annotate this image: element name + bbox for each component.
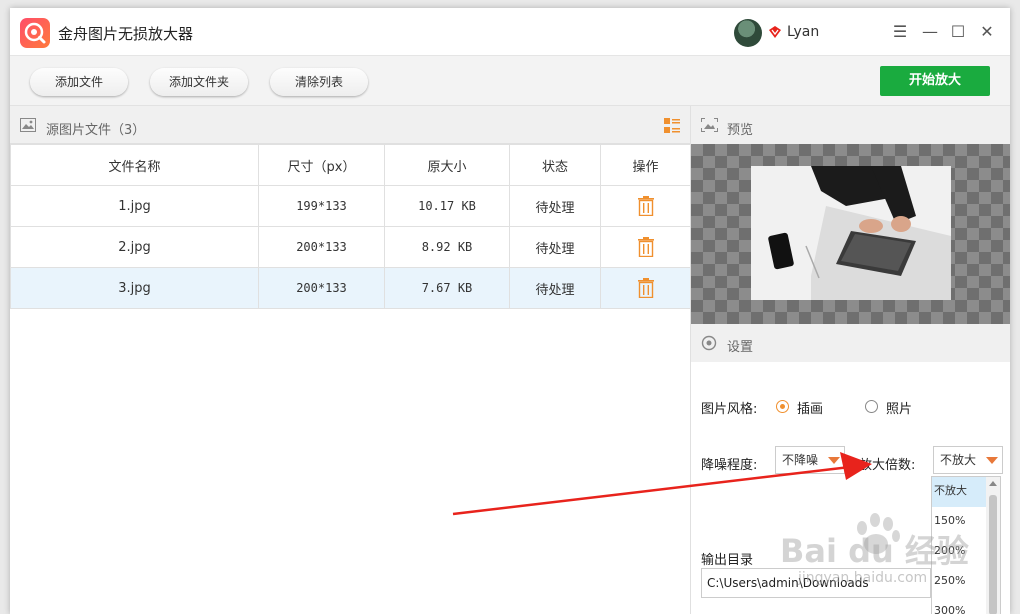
file-status: 待处理: [509, 185, 601, 227]
toolbar: 添加文件 添加文件夹 清除列表 开始放大: [10, 56, 1010, 106]
maximize-icon[interactable]: ☐: [948, 22, 968, 42]
preview-title: 预览: [727, 123, 754, 138]
scale-option[interactable]: 150%: [932, 507, 986, 537]
file-dimensions: 200*133: [258, 267, 385, 309]
style-radio-illustration[interactable]: [776, 400, 789, 413]
right-panel: 预览 设置 图片风格: 插画 照片 降噪程度: 不降噪 放大倍数: 不放大 不放…: [690, 106, 1010, 614]
noise-select-value: 不降噪: [782, 453, 819, 467]
app-logo-icon: [20, 18, 50, 48]
file-status: 待处理: [509, 226, 601, 268]
output-label: 输出目录: [701, 553, 754, 568]
scale-select[interactable]: 不放大: [933, 446, 1003, 474]
column-header-status: 状态: [509, 144, 601, 186]
dropdown-scrollbar[interactable]: [986, 477, 1000, 614]
settings-header: 设置: [691, 324, 1010, 362]
table-row[interactable]: 1.jpg 199*133 10.17 KB 待处理: [10, 185, 691, 227]
preview-canvas: [691, 144, 1010, 324]
source-file-table: 文件名称 尺寸（px） 原大小 状态 操作 1.jpg 199*133 10.1…: [10, 144, 691, 309]
preview-header: 预览: [691, 106, 1010, 144]
scale-option[interactable]: 300%: [932, 597, 986, 614]
list-view-icon[interactable]: [664, 118, 680, 133]
source-panel: 源图片文件（3） 文件名称 尺寸（px） 原大小 状态 操作 1.jpg 199…: [10, 106, 691, 614]
style-option-illustration[interactable]: 插画: [797, 398, 823, 417]
chevron-down-icon: [828, 457, 840, 464]
file-dimensions: 200*133: [258, 226, 385, 268]
scroll-thumb[interactable]: [989, 495, 997, 614]
image-icon: [20, 118, 36, 132]
preview-icon: [701, 118, 718, 132]
scale-option[interactable]: 200%: [932, 537, 986, 567]
noise-label: 降噪程度:: [701, 458, 758, 473]
scale-label: 放大倍数:: [859, 458, 916, 473]
noise-select[interactable]: 不降噪: [775, 446, 845, 474]
scale-option[interactable]: 不放大: [932, 477, 986, 507]
settings-title: 设置: [727, 340, 754, 355]
file-name: 3.jpg: [10, 267, 259, 309]
title-bar: 金舟图片无损放大器 Lyan ☰ — ☐ ✕: [10, 8, 1010, 56]
scroll-up-icon[interactable]: [989, 481, 997, 486]
clear-list-button[interactable]: 清除列表: [270, 68, 368, 96]
table-header-row: 文件名称 尺寸（px） 原大小 状态 操作: [10, 144, 691, 186]
action-cell: [600, 267, 691, 309]
minimize-icon[interactable]: —: [920, 22, 940, 42]
preview-image: [751, 166, 951, 300]
style-option-photo[interactable]: 照片: [886, 398, 912, 417]
style-radio-photo[interactable]: [865, 400, 878, 413]
scale-dropdown-list: 不放大 150% 200% 250% 300%: [931, 476, 1001, 614]
source-title: 源图片文件（3）: [46, 123, 146, 138]
style-label: 图片风格:: [701, 402, 758, 417]
add-file-button[interactable]: 添加文件: [30, 68, 128, 96]
settings-icon: [701, 335, 717, 351]
trash-icon[interactable]: [637, 237, 655, 257]
file-name: 2.jpg: [10, 226, 259, 268]
scale-option[interactable]: 250%: [932, 567, 986, 597]
close-icon[interactable]: ✕: [977, 22, 997, 42]
scale-select-value: 不放大: [940, 453, 977, 467]
action-cell: [600, 185, 691, 227]
user-avatar[interactable]: [734, 19, 762, 47]
column-header-size: 尺寸（px）: [258, 144, 385, 186]
table-row[interactable]: 2.jpg 200*133 8.92 KB 待处理: [10, 226, 691, 268]
file-name: 1.jpg: [10, 185, 259, 227]
trash-icon[interactable]: [637, 278, 655, 298]
source-header: 源图片文件（3）: [10, 106, 690, 144]
file-size: 7.67 KB: [384, 267, 510, 309]
add-folder-button[interactable]: 添加文件夹: [150, 68, 248, 96]
table-row-selected[interactable]: 3.jpg 200*133 7.67 KB 待处理: [10, 267, 691, 309]
file-size: 10.17 KB: [384, 185, 510, 227]
file-dimensions: 199*133: [258, 185, 385, 227]
app-window: 金舟图片无损放大器 Lyan ☰ — ☐ ✕ 添加文件 添加文件夹 清除列表 开…: [10, 8, 1010, 614]
vip-badge-icon: [769, 26, 781, 38]
app-title: 金舟图片无损放大器: [58, 25, 194, 43]
column-header-name: 文件名称: [10, 144, 259, 186]
chevron-down-icon: [986, 457, 998, 464]
output-path-input[interactable]: C:\Users\admin\Downloads: [701, 568, 931, 598]
trash-icon[interactable]: [637, 196, 655, 216]
action-cell: [600, 226, 691, 268]
user-name[interactable]: Lyan: [787, 24, 819, 40]
column-header-action: 操作: [600, 144, 691, 186]
start-enlarge-button[interactable]: 开始放大: [880, 66, 990, 96]
file-size: 8.92 KB: [384, 226, 510, 268]
menu-icon[interactable]: ☰: [890, 22, 910, 42]
column-header-filesize: 原大小: [384, 144, 510, 186]
file-status: 待处理: [509, 267, 601, 309]
